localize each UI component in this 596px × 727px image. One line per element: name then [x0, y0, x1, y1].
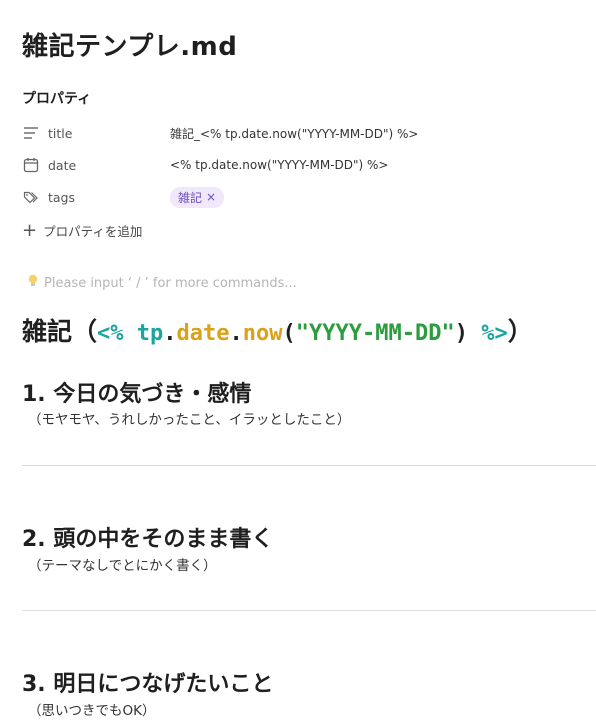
property-key[interactable]: date [48, 158, 170, 173]
heading-1-paren-open: （ [72, 317, 98, 346]
section-heading-1[interactable]: 1. 今日の気づき・感情 [22, 376, 251, 408]
horizontal-rule [22, 465, 596, 466]
template-property: date [176, 321, 230, 346]
heading-1-prefix: 雑記 [22, 317, 73, 346]
calendar-icon [22, 156, 40, 174]
add-property-label: プロパティを追加 [43, 224, 143, 239]
tags-icon [22, 188, 40, 206]
section-heading-3[interactable]: 3. 明日につなげたいこと [22, 666, 273, 698]
property-value[interactable]: 雑記_<% tp.date.now("YYYY-MM-DD") %> [170, 125, 418, 142]
properties-heading[interactable]: プロパティ [22, 88, 91, 108]
property-key[interactable]: tags [48, 190, 170, 205]
property-row-title[interactable]: title 雑記_<% tp.date.now("YYYY-MM-DD") %> [22, 121, 596, 145]
placeholder-text: Please input ‘ / ’ for more commands... [44, 275, 297, 291]
template-space [124, 321, 137, 346]
lightbulb-icon [28, 274, 38, 292]
text-lines-icon [22, 124, 40, 142]
property-row-date[interactable]: date <% tp.date.now("YYYY-MM-DD") %> [22, 153, 596, 177]
heading-1[interactable]: 雑記 （ <% tp . date . now ( "YYYY-MM-DD" )… [22, 312, 533, 348]
template-dot: . [229, 321, 243, 346]
section-subtext-1[interactable]: （モヤモヤ、うれしかったこと、イラッとしたこと） [28, 408, 350, 428]
document-title[interactable]: 雑記テンプレ.md [22, 26, 237, 63]
property-key[interactable]: title [48, 126, 170, 141]
plus-icon: + [22, 219, 38, 241]
tag-chip[interactable]: 雑記 × [170, 186, 225, 208]
close-icon[interactable]: × [206, 190, 216, 204]
template-arg-open: ( [282, 321, 296, 346]
editor-placeholder[interactable]: Please input ‘ / ’ for more commands... [28, 274, 297, 292]
section-subtext-3[interactable]: （思いつきでもOK） [28, 699, 155, 719]
template-dot: . [163, 321, 177, 346]
horizontal-rule [22, 610, 596, 611]
tag-label: 雑記 [178, 190, 203, 205]
property-value: 雑記 × [170, 186, 225, 208]
template-close-tag: %> [481, 321, 508, 346]
template-open-tag: <% [97, 321, 124, 346]
add-property-button[interactable]: + プロパティを追加 [22, 221, 142, 240]
property-value[interactable]: <% tp.date.now("YYYY-MM-DD") %> [170, 158, 388, 172]
template-space [468, 321, 481, 346]
template-arg-close: ) [454, 321, 468, 346]
section-heading-2[interactable]: 2. 頭の中をそのまま書く [22, 521, 273, 553]
heading-1-paren-close: ） [507, 317, 533, 346]
template-argument: "YYYY-MM-DD" [295, 321, 455, 346]
template-object: tp [136, 321, 164, 346]
property-row-tags[interactable]: tags 雑記 × [22, 185, 596, 209]
section-subtext-2[interactable]: （テーマなしでとにかく書く） [28, 554, 217, 574]
template-method: now [242, 321, 283, 346]
